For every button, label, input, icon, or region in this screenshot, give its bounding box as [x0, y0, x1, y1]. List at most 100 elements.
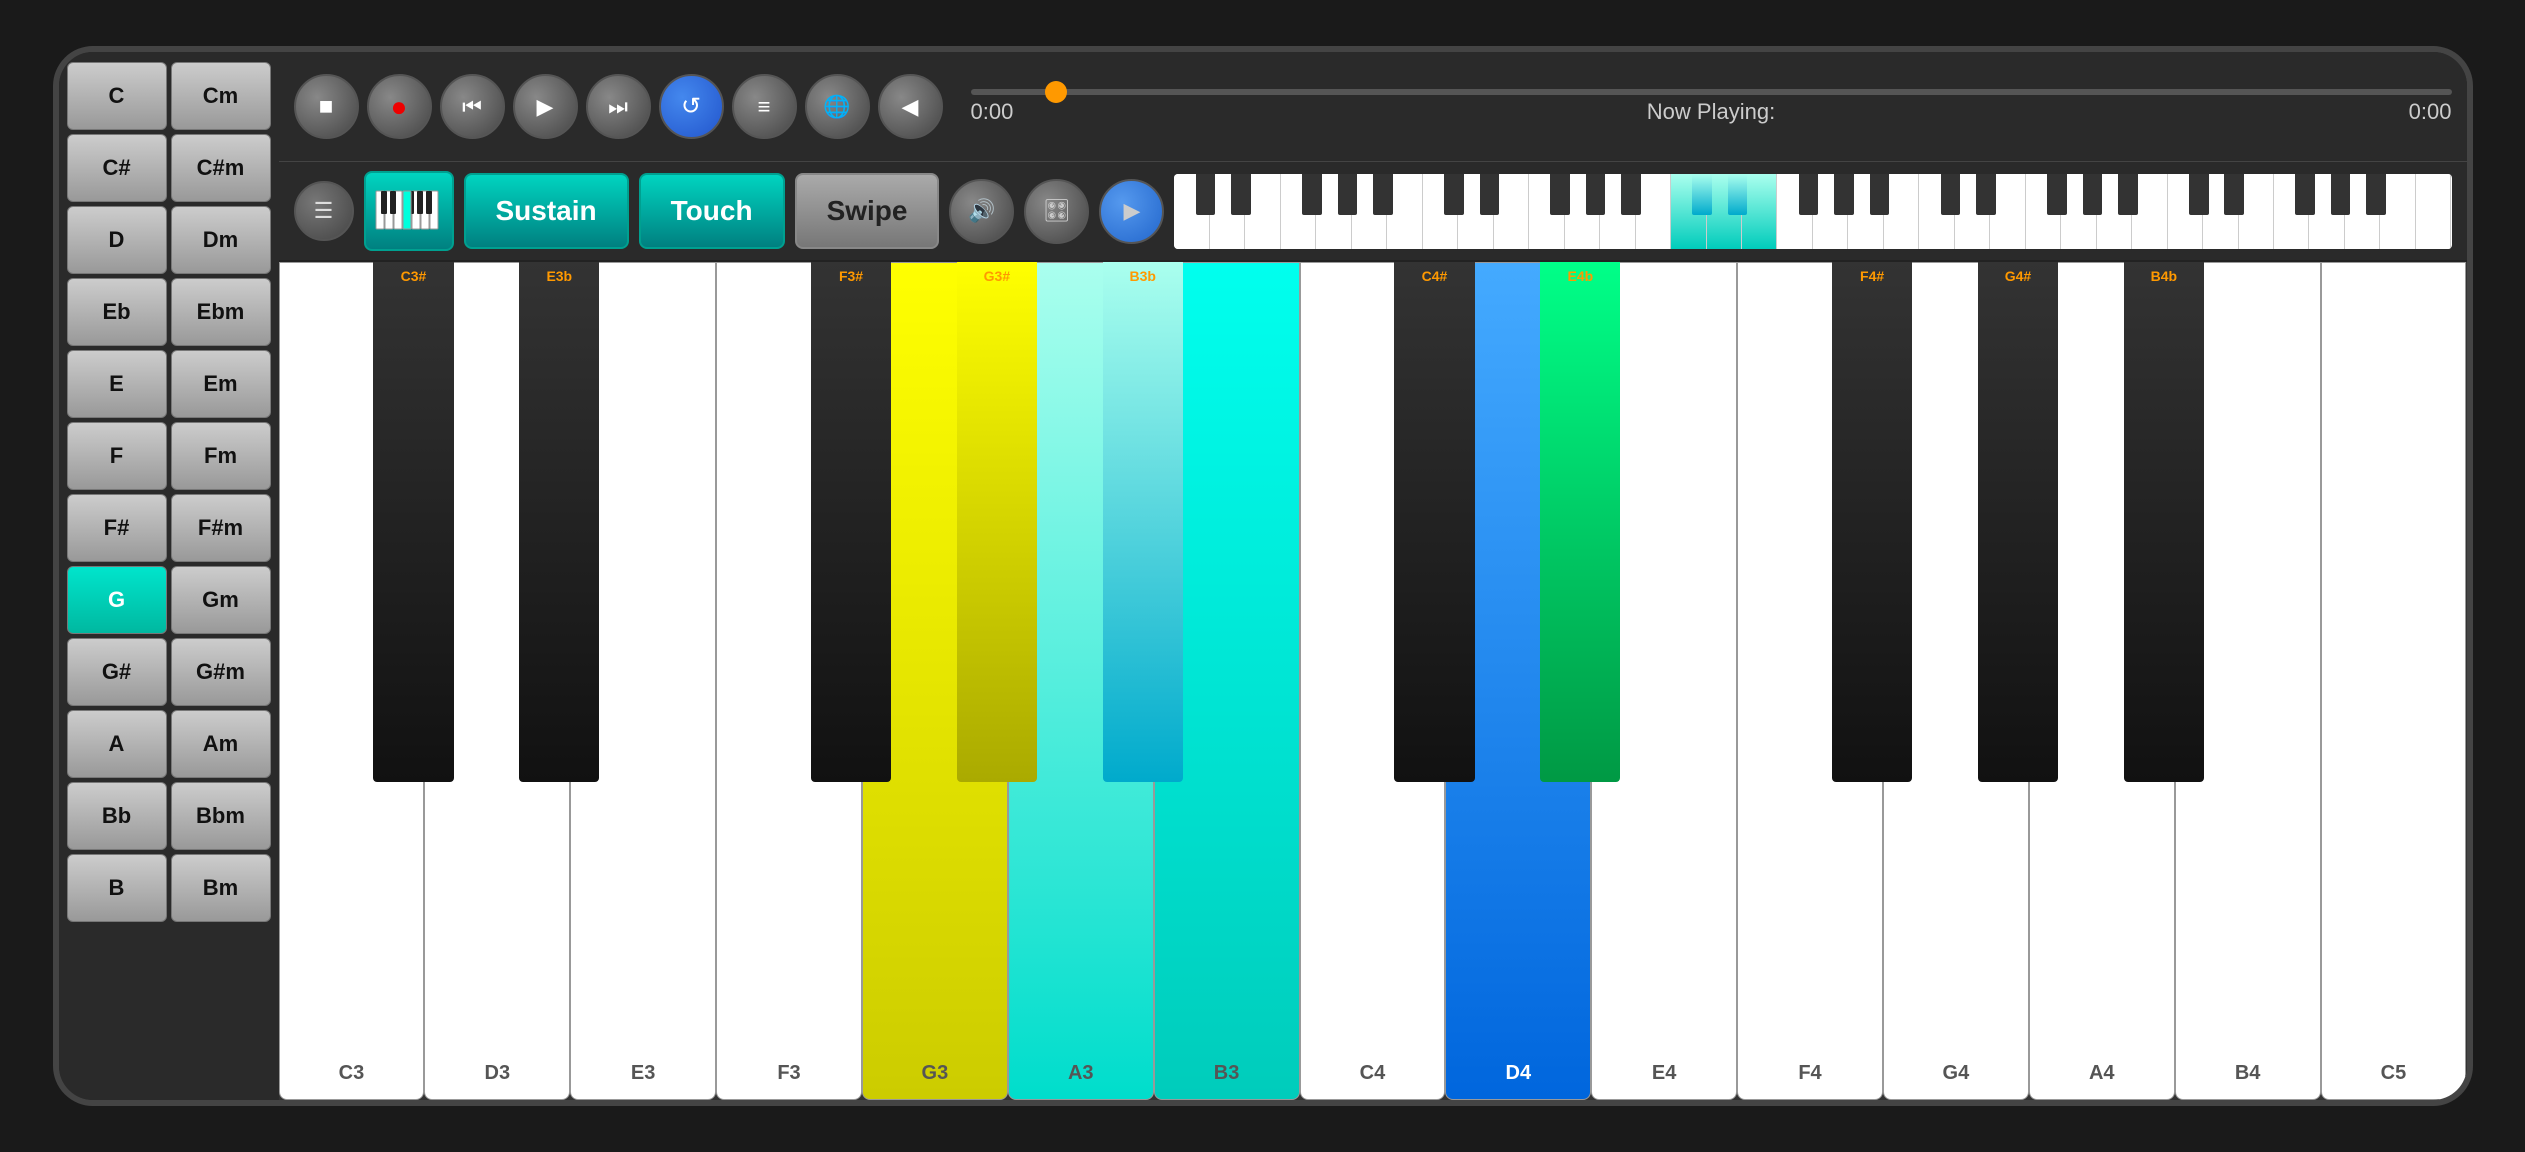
piano-icon-button[interactable] [364, 171, 454, 251]
sustain-label: Sustain [496, 195, 597, 227]
chord-btn-e[interactable]: E [67, 350, 167, 418]
mini-keyboard-display [1174, 174, 2451, 249]
playlist-button[interactable]: ≡ [732, 74, 797, 139]
progress-bar[interactable] [971, 89, 2452, 95]
mini-black-key-7[interactable] [1550, 174, 1570, 215]
time-start: 0:00 [971, 99, 1014, 125]
chord-btn-fm[interactable]: Fm [171, 422, 271, 490]
chord-btn-bm[interactable]: Bm [171, 854, 271, 922]
chord-btn-gm[interactable]: Gm [171, 566, 271, 634]
mini-white-key-16[interactable] [1742, 174, 1777, 249]
chord-btn-gs[interactable]: G# [67, 638, 167, 706]
black-key-f3s[interactable]: F3# [811, 262, 891, 782]
mini-black-key-2[interactable] [1302, 174, 1322, 215]
mini-black-key-11[interactable] [1728, 174, 1748, 215]
chord-btn-f[interactable]: F [67, 422, 167, 490]
chord-btn-ebm[interactable]: Ebm [171, 278, 271, 346]
chord-btn-a[interactable]: A [67, 710, 167, 778]
mini-black-key-22[interactable] [2295, 174, 2315, 215]
play2-button[interactable]: ▶ [1099, 179, 1164, 244]
skip-button[interactable]: ⏭ [586, 74, 651, 139]
chord-btn-fsm[interactable]: F#m [171, 494, 271, 562]
mini-black-key-6[interactable] [1480, 174, 1500, 215]
mini-black-key-18[interactable] [2083, 174, 2103, 215]
chord-btn-em[interactable]: Em [171, 350, 271, 418]
chord-row-eb: Eb Ebm [67, 278, 271, 346]
chord-btn-csm[interactable]: C#m [171, 134, 271, 202]
back-button[interactable]: ◀ [878, 74, 943, 139]
black-key-label-E4b: E4b [1540, 268, 1620, 284]
loop-button[interactable]: ↺ [659, 74, 724, 139]
black-key-e3b[interactable]: E3b [519, 262, 599, 782]
play2-icon: ▶ [1124, 198, 1141, 224]
chord-btn-g[interactable]: G [67, 566, 167, 634]
black-key-b3b[interactable]: B3b [1103, 262, 1183, 782]
mini-black-key-19[interactable] [2118, 174, 2138, 215]
black-key-e4b[interactable]: E4b [1540, 262, 1620, 782]
chord-btn-dm[interactable]: Dm [171, 206, 271, 274]
mini-black-key-12[interactable] [1799, 174, 1819, 215]
chord-row-d: D Dm [67, 206, 271, 274]
menu-button[interactable]: ☰ [294, 181, 354, 241]
mini-black-key-5[interactable] [1444, 174, 1464, 215]
globe-button[interactable]: 🌐 [805, 74, 870, 139]
chord-btn-c[interactable]: C [67, 62, 167, 130]
mini-black-key-14[interactable] [1870, 174, 1890, 215]
mini-black-key-10[interactable] [1692, 174, 1712, 215]
effects-button[interactable]: 🎛 [1024, 179, 1089, 244]
mini-white-key-35[interactable] [2416, 174, 2451, 249]
mini-white-key-2[interactable] [1245, 174, 1280, 249]
play-button[interactable]: ▶ [513, 74, 578, 139]
chord-btn-bbm[interactable]: Bbm [171, 782, 271, 850]
chord-row-c: C Cm [67, 62, 271, 130]
chord-row-fs: F# F#m [67, 494, 271, 562]
chord-row-b: B Bm [67, 854, 271, 922]
mini-white-key-20[interactable] [1884, 174, 1919, 249]
mini-black-key-21[interactable] [2224, 174, 2244, 215]
mini-black-key-8[interactable] [1586, 174, 1606, 215]
mini-black-key-23[interactable] [2331, 174, 2351, 215]
chord-btn-eb[interactable]: Eb [67, 278, 167, 346]
mini-black-key-1[interactable] [1231, 174, 1251, 215]
black-key-c4s[interactable]: C4# [1394, 262, 1474, 782]
mini-black-key-4[interactable] [1373, 174, 1393, 215]
mini-black-key-15[interactable] [1941, 174, 1961, 215]
chord-btn-d[interactable]: D [67, 206, 167, 274]
mini-black-key-24[interactable] [2366, 174, 2386, 215]
mini-black-key-13[interactable] [1834, 174, 1854, 215]
mini-white-key-9[interactable] [1494, 174, 1529, 249]
sustain-button[interactable]: Sustain [464, 173, 629, 249]
now-playing-label: Now Playing: [1647, 99, 1775, 125]
volume-button[interactable]: 🔊 [949, 179, 1014, 244]
white-key-c5[interactable]: C5 [2321, 262, 2467, 1100]
black-key-g4s[interactable]: G4# [1978, 262, 2058, 782]
record-button[interactable]: ● [367, 74, 432, 139]
skip-icon: ⏭ [608, 94, 628, 120]
chord-btn-bb[interactable]: Bb [67, 782, 167, 850]
progress-knob[interactable] [1045, 81, 1067, 103]
rewind-button[interactable]: ⏮ [440, 74, 505, 139]
black-key-label-G3#: G3# [957, 268, 1037, 284]
mini-black-key-17[interactable] [2047, 174, 2067, 215]
chord-btn-gsm[interactable]: G#m [171, 638, 271, 706]
mini-black-key-0[interactable] [1196, 174, 1216, 215]
black-key-g3s[interactable]: G3# [957, 262, 1037, 782]
chord-btn-fs[interactable]: F# [67, 494, 167, 562]
progress-bar-container [971, 89, 2452, 95]
mini-black-key-20[interactable] [2189, 174, 2209, 215]
mini-black-key-9[interactable] [1621, 174, 1641, 215]
swipe-button[interactable]: Swipe [795, 173, 940, 249]
chord-btn-b[interactable]: B [67, 854, 167, 922]
touch-button[interactable]: Touch [639, 173, 785, 249]
black-key-b4b[interactable]: B4b [2124, 262, 2204, 782]
mini-black-key-16[interactable] [1976, 174, 1996, 215]
mini-black-key-3[interactable] [1338, 174, 1358, 215]
white-key-label-f4: F4 [1798, 1062, 1821, 1085]
stop-button[interactable]: ■ [294, 74, 359, 139]
chord-btn-cm[interactable]: Cm [171, 62, 271, 130]
chord-btn-am[interactable]: Am [171, 710, 271, 778]
chord-btn-cs[interactable]: C# [67, 134, 167, 202]
black-key-c3s[interactable]: C3# [373, 262, 453, 782]
white-key-label-c3: C3 [339, 1062, 365, 1085]
black-key-f4s[interactable]: F4# [1832, 262, 1912, 782]
